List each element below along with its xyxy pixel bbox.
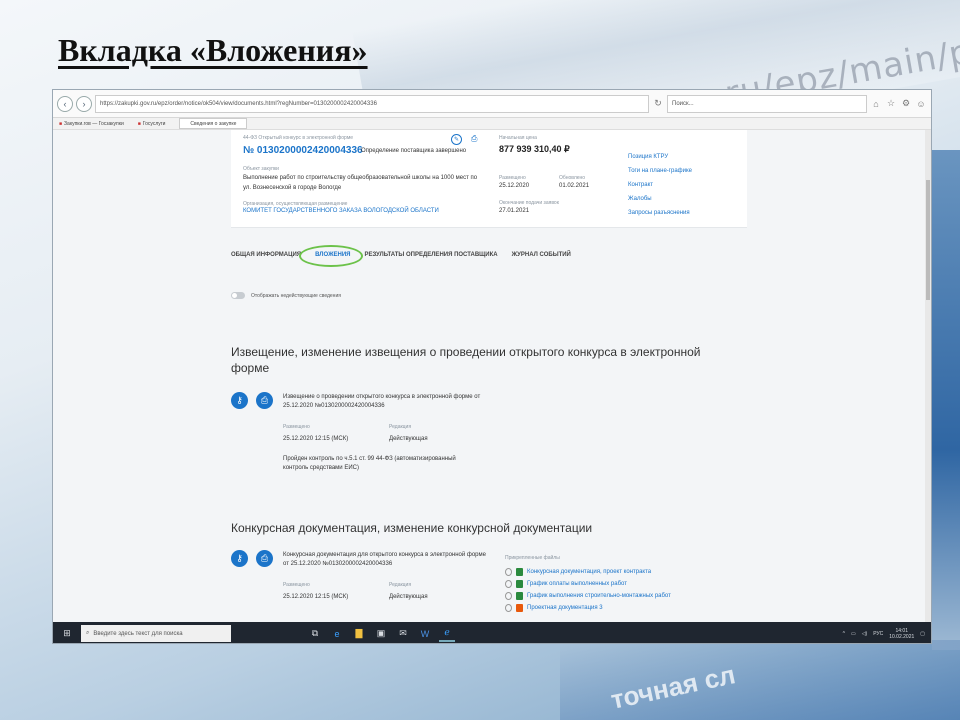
placed-date: 25.12.2020 — [499, 183, 530, 189]
clock-date: 10.02.2021 — [889, 633, 915, 640]
price-label: Начальная цена — [499, 135, 537, 141]
word-icon[interactable]: W — [417, 626, 433, 642]
favorites-bar: ■ Закупки.гов — Госзакупки ■ Госуслуги Све… — [53, 118, 931, 130]
key-icon[interactable]: ⚷ — [231, 550, 248, 567]
side-links: Позиция КТРУ Тоги на плане-графике Контр… — [628, 150, 692, 220]
page-scrollbar[interactable] — [925, 130, 931, 622]
updated-label: Обновлено — [559, 175, 586, 181]
mail-icon[interactable]: ✉ — [395, 626, 411, 642]
url-field[interactable]: https://zakupki.gov.ru/epz/order/notice/… — [95, 94, 649, 113]
file-icon — [516, 568, 523, 576]
tender-placed-value: 25.12.2020 12:15 (МСК) — [283, 594, 349, 600]
notice-placed-label: Размещено — [283, 424, 310, 430]
files-header: Прикрепленные файлы — [505, 555, 560, 561]
link-requests[interactable]: Запросы разъяснения — [628, 206, 692, 220]
section-notice-title: Извещение, изменение извещения о проведе… — [231, 345, 701, 375]
taskbar-search-input[interactable]: ⌕ Введите здесь текст для поиска — [81, 625, 231, 642]
notice-edition-value: Действующая — [389, 436, 428, 442]
volume-icon[interactable]: ◁) — [862, 631, 868, 637]
notice-document: ⚷ ⎙ Извещение о проведении открытого кон… — [231, 392, 751, 482]
notice-doc-title[interactable]: Извещение о проведении открытого конкурс… — [283, 393, 493, 411]
notifications-icon[interactable]: ▢ — [920, 631, 925, 637]
purchase-type-label: 44-ФЗ Открытый конкурс в электронной фор… — [243, 135, 354, 141]
end-label: Окончание подачи заявок — [499, 200, 559, 206]
task-view-icon[interactable]: ⧉ — [307, 626, 323, 642]
tender-document: ⚷ ⎙ Конкурсная документация для открытог… — [231, 550, 751, 622]
print-icon[interactable]: ⎙ — [256, 550, 273, 567]
link-contract[interactable]: Контракт — [628, 178, 692, 192]
browser-search-input[interactable]: Поиск... — [667, 94, 867, 113]
slide-title: Вкладка «Вложения» — [58, 32, 368, 68]
purchase-status: Определение поставщика завершено — [361, 148, 467, 154]
link-plan[interactable]: Тоги на плане-графике — [628, 164, 692, 178]
file-item[interactable]: График выполнения строительно-монтажных … — [505, 590, 671, 602]
page-content: 44-ФЗ Открытый конкурс в электронной фор… — [53, 130, 931, 622]
tender-placed-label: Размещено — [283, 582, 310, 588]
link-complaints[interactable]: Жалобы — [628, 192, 692, 206]
favorite-item[interactable]: ■ Госуслуги — [138, 121, 166, 127]
windows-start-icon[interactable]: ⊞ — [59, 626, 75, 642]
object-label: Объект закупки — [243, 166, 279, 172]
smiley-icon[interactable]: ☺ — [915, 99, 927, 109]
address-bar: ‹ › https://zakupki.gov.ru/epz/order/not… — [53, 90, 931, 118]
customer-label: Организация, осуществляющая размещение — [243, 201, 348, 207]
customer-link[interactable]: КОМИТЕТ ГОСУДАРСТВЕННОГО ЗАКАЗА ВОЛОГОДС… — [243, 208, 439, 214]
end-date: 27.01.2021 — [499, 208, 530, 214]
file-item[interactable]: Конкурсная документация, проект контракт… — [505, 566, 671, 578]
attached-files: Прикрепленные файлы Конкурсная документа… — [505, 552, 671, 614]
tender-edition-value: Действующая — [389, 594, 428, 600]
inactive-toggle-row: Отображать недействующие сведения — [231, 292, 341, 299]
active-browser-tab[interactable]: Сведения о закупке — [179, 118, 248, 129]
object-text: Выполнение работ по строительству общеоб… — [243, 175, 478, 191]
back-button[interactable]: ‹ — [57, 95, 73, 112]
section-docs-title: Конкурсная документация, изменение конку… — [231, 521, 593, 535]
notice-control-text: Пройден контроль по ч.5.1 ст. 99 44-ФЗ (… — [283, 456, 456, 471]
edit-icon[interactable]: ✎ — [451, 134, 462, 145]
store-icon[interactable]: ▣ — [373, 626, 389, 642]
updated-date: 01.02.2021 — [559, 183, 590, 189]
tab-general[interactable]: ОБЩАЯ ИНФОРМАЦИЯ — [231, 252, 301, 258]
browser-screenshot: ‹ › https://zakupki.gov.ru/epz/order/not… — [52, 89, 932, 644]
file-item[interactable]: График оплаты выполненных работ — [505, 578, 671, 590]
folder-icon[interactable]: ▇ — [351, 626, 367, 642]
file-item[interactable]: Проектная документация 3 — [505, 602, 671, 614]
tab-results[interactable]: РЕЗУЛЬТАТЫ ОПРЕДЕЛЕНИЯ ПОСТАВЩИКА — [364, 252, 497, 258]
tender-doc-title[interactable]: Конкурсная документация для открытого ко… — [283, 551, 493, 569]
tab-event-log[interactable]: ЖУРНАЛ СОБЫТИЙ — [512, 252, 571, 258]
refresh-icon[interactable]: ↻ — [652, 98, 664, 109]
chevron-up-icon[interactable]: ^ — [843, 631, 845, 637]
page-tabs: ОБЩАЯ ИНФОРМАЦИЯ ВЛОЖЕНИЯ РЕЗУЛЬТАТЫ ОПР… — [231, 252, 571, 258]
home-icon[interactable]: ⌂ — [870, 99, 882, 109]
background-right-panel — [932, 150, 960, 650]
file-icon — [516, 604, 523, 612]
forward-button[interactable]: › — [76, 95, 92, 112]
purchase-number[interactable]: № 0130200002420004336 — [243, 145, 363, 156]
language-indicator[interactable]: РУС — [873, 631, 883, 637]
network-icon[interactable]: ▭ — [851, 631, 856, 637]
file-icon — [516, 580, 523, 588]
ie-icon[interactable]: ℯ — [439, 626, 455, 642]
favorite-item[interactable]: ■ Закупки.гов — Госзакупки — [59, 121, 124, 127]
star-icon[interactable]: ☆ — [885, 98, 897, 109]
gear-icon[interactable]: ⚙ — [900, 98, 912, 109]
notice-placed-value: 25.12.2020 12:15 (МСК) — [283, 436, 349, 442]
notice-edition-label: Редакция — [389, 424, 412, 430]
tab-highlight-ellipse — [299, 245, 363, 267]
inactive-toggle[interactable] — [231, 292, 245, 299]
placed-label: Размещено — [499, 175, 526, 181]
print-icon[interactable]: ⎙ — [256, 392, 273, 409]
key-icon[interactable]: ⚷ — [231, 392, 248, 409]
tender-edition-label: Редакция — [389, 582, 412, 588]
print-icon[interactable]: ⎙ — [471, 134, 477, 144]
system-tray: ^ ▭ ◁) РУС 14:01 10.02.2021 ▢ — [843, 628, 931, 640]
clock[interactable]: 14:01 10.02.2021 — [889, 628, 914, 640]
edge-icon[interactable]: e — [329, 626, 345, 642]
windows-taskbar: ⊞ ⌕ Введите здесь текст для поиска ⧉ e ▇… — [53, 622, 931, 643]
link-ktru[interactable]: Позиция КТРУ — [628, 150, 692, 164]
toggle-label: Отображать недействующие сведения — [251, 292, 341, 299]
initial-price: 877 939 310,40 ₽ — [499, 144, 570, 154]
file-icon — [516, 592, 523, 600]
search-icon: ⌕ — [86, 630, 90, 636]
